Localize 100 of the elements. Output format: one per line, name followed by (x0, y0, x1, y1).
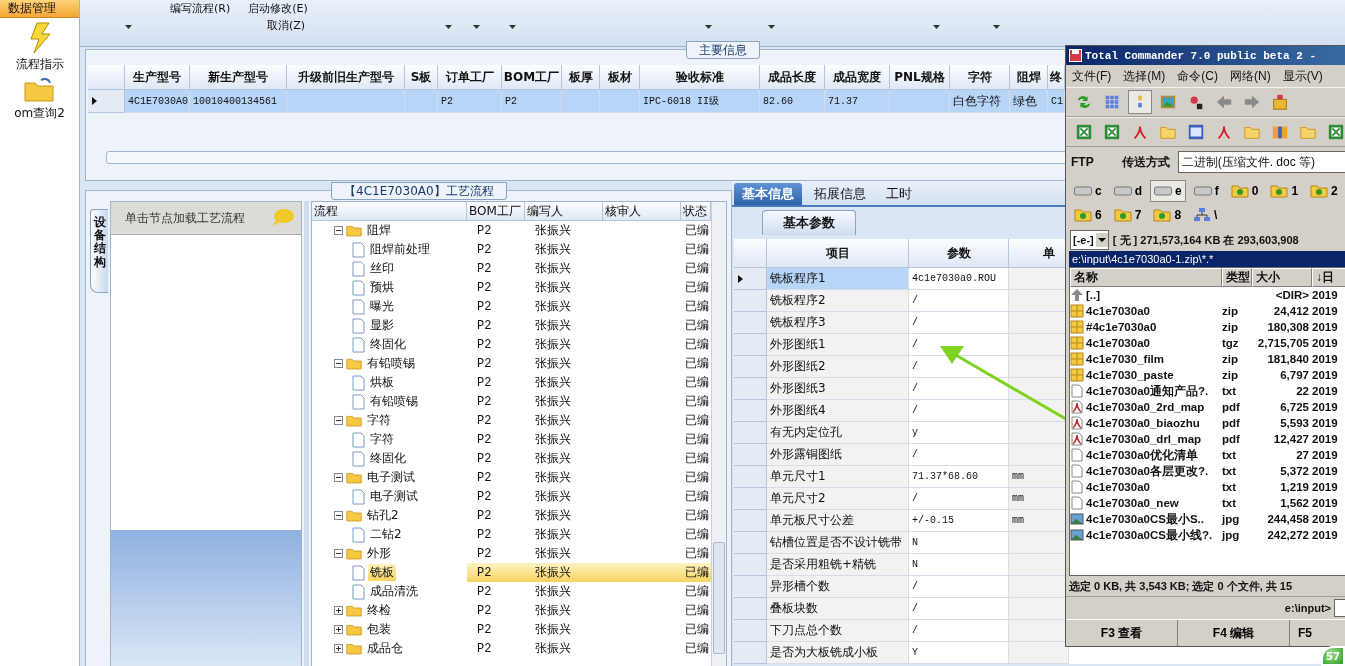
menu-item[interactable]: 编写流程(R) (170, 0, 231, 16)
menu-item[interactable]: 取消(Z) (267, 17, 306, 33)
menu-item[interactable]: 显示(V) (1282, 67, 1323, 85)
collapse-icon[interactable] (334, 549, 343, 558)
spreadsheet-icon[interactable] (1103, 123, 1121, 141)
file-row[interactable]: 4c1e7030a0通知产品?. (1070, 383, 1222, 399)
column-header[interactable]: 验收标准 (640, 65, 760, 90)
column-header[interactable]: 订单工厂 (438, 65, 502, 90)
tree-node[interactable]: 预烘 (368, 279, 396, 296)
collapse-icon[interactable] (334, 416, 343, 425)
column-header[interactable]: 终 (1048, 65, 1065, 90)
tree-node[interactable]: 成品仓 (365, 640, 405, 657)
expand-icon[interactable] (334, 644, 343, 653)
menu-item[interactable]: 文件(F) (1072, 67, 1112, 85)
column-header[interactable]: BOM工厂 (467, 202, 525, 221)
spreadsheet-icon[interactable] (1075, 123, 1093, 141)
side-tab[interactable]: 设备结构 (90, 209, 108, 293)
drive-dropdown[interactable]: [-e-] (1070, 230, 1109, 250)
column-header[interactable]: 板材 (600, 65, 640, 90)
file-row[interactable]: 4c1e7030_film (1070, 351, 1222, 367)
drive-button[interactable]: 2 (1306, 180, 1342, 202)
vertical-scrollbar[interactable] (711, 202, 726, 666)
column-header[interactable]: 核审人 (603, 202, 681, 221)
drive-button[interactable]: 7 (1109, 204, 1146, 226)
tree-node[interactable]: 显影 (368, 317, 396, 334)
menu-item[interactable]: 网络(N) (1230, 67, 1271, 85)
sidebar-item[interactable]: 流程指示 (15, 56, 64, 73)
tab[interactable]: 拓展信息 (806, 183, 874, 205)
subtab[interactable]: 基本参数 (762, 210, 856, 235)
column-header[interactable]: 成品长度 (760, 65, 825, 90)
drive-button[interactable]: f (1189, 180, 1223, 202)
folder-icon[interactable] (23, 77, 56, 103)
file-row[interactable]: 4c1e7030a0各层更改?. (1070, 463, 1222, 479)
column-header[interactable]: BOM工厂 (502, 65, 562, 90)
tree-node[interactable]: 烘板 (368, 374, 396, 391)
column-header[interactable]: 状态 (681, 202, 711, 221)
tree-node[interactable]: 终固化 (368, 336, 408, 353)
tree-node[interactable]: 阻焊 (365, 222, 393, 239)
file-row[interactable]: 4c1e7030a0_drl_map (1070, 431, 1222, 447)
column-header[interactable]: 类型 (1222, 268, 1252, 287)
file-row[interactable]: 4c1e7030a0CS最小线?. (1070, 527, 1222, 543)
file-row[interactable]: 4c1e7030a0 (1070, 479, 1222, 495)
caret-icon[interactable] (933, 24, 941, 29)
drive-button[interactable]: 8 (1149, 204, 1186, 226)
menu-item[interactable]: 选择(M) (1123, 67, 1166, 85)
file-row[interactable]: 4c1e7030a0 (1070, 303, 1222, 319)
tree-node[interactable]: 外形 (365, 545, 393, 562)
column-header[interactable]: 字符 (950, 65, 1010, 90)
caret-icon[interactable] (473, 24, 481, 29)
tree-node[interactable]: 终检 (365, 602, 393, 619)
column-header[interactable]: 阻焊 (1010, 65, 1048, 90)
drive-button[interactable]: 6 (1070, 204, 1106, 226)
tree-node[interactable]: 字符 (365, 412, 393, 429)
collapse-icon[interactable] (334, 359, 343, 368)
package-icon[interactable] (1271, 93, 1289, 111)
tree-node[interactable]: 二钻2 (368, 526, 404, 543)
drive-button[interactable]: e (1150, 180, 1186, 202)
drive-button[interactable]: 1 (1266, 180, 1303, 202)
tree-node[interactable]: 曝光 (368, 298, 396, 315)
tree-node[interactable]: 电子测试 (368, 488, 420, 505)
tree-node[interactable]: 包装 (365, 621, 393, 638)
column-header[interactable]: S板 (405, 65, 438, 90)
column-header[interactable]: 新生产型号 (190, 65, 287, 90)
column-header[interactable]: 编写人 (525, 202, 603, 221)
tab[interactable]: 基本信息 (734, 183, 802, 205)
tree-node[interactable]: 丝印 (368, 260, 396, 277)
file-row[interactable]: 4c1e7030a0CS最小S.. (1070, 511, 1222, 527)
column-header[interactable]: 板厚 (562, 65, 600, 90)
file-row[interactable]: 4c1e7030a0优化清单 (1070, 447, 1222, 463)
transfer-mode-dropdown[interactable]: 二进制(压缩文件. doc 等) (1177, 151, 1345, 173)
tree-node[interactable]: 铣板 (368, 564, 396, 581)
tree-node[interactable]: 电子测试 (365, 469, 417, 486)
caret-icon[interactable] (509, 24, 517, 29)
collapse-icon[interactable] (334, 473, 343, 482)
column-header[interactable]: ↓日 (1312, 268, 1345, 287)
collapse-icon[interactable] (334, 226, 343, 235)
file-row[interactable]: [..] (1070, 287, 1222, 303)
word-document-icon[interactable] (1187, 123, 1205, 141)
column-header[interactable]: 大小 (1252, 268, 1312, 287)
tree-node[interactable]: 终固化 (368, 450, 408, 467)
menu-item[interactable]: 启动修改(E) (248, 0, 308, 16)
column-header[interactable]: 升级前旧生产型号 (287, 65, 405, 90)
column-header[interactable]: 项目 (767, 239, 909, 268)
column-header[interactable]: 生产型号 (125, 65, 190, 90)
caret-icon[interactable] (705, 24, 713, 29)
expand-icon[interactable] (334, 625, 343, 634)
caret-icon[interactable] (445, 24, 453, 29)
expand-icon[interactable] (334, 606, 343, 615)
column-header[interactable]: 名称 (1070, 268, 1222, 287)
column-header[interactable]: 参数 (909, 239, 1009, 268)
tree-node[interactable]: 阻焊前处理 (368, 241, 432, 258)
file-row[interactable]: #4c1e7030a0 (1070, 319, 1222, 335)
caret-icon[interactable] (993, 24, 1001, 29)
file-row[interactable]: 4c1e7030a0 (1070, 335, 1222, 351)
tree-node[interactable]: 成品清洗 (368, 583, 420, 600)
tree-node[interactable]: 有铅喷锡 (365, 355, 417, 372)
menu-item[interactable]: 命令(C) (1177, 67, 1218, 85)
tree-node[interactable]: 钻孔2 (365, 507, 401, 524)
caret-icon[interactable] (768, 24, 776, 29)
column-header[interactable]: 成品宽度 (825, 65, 890, 90)
